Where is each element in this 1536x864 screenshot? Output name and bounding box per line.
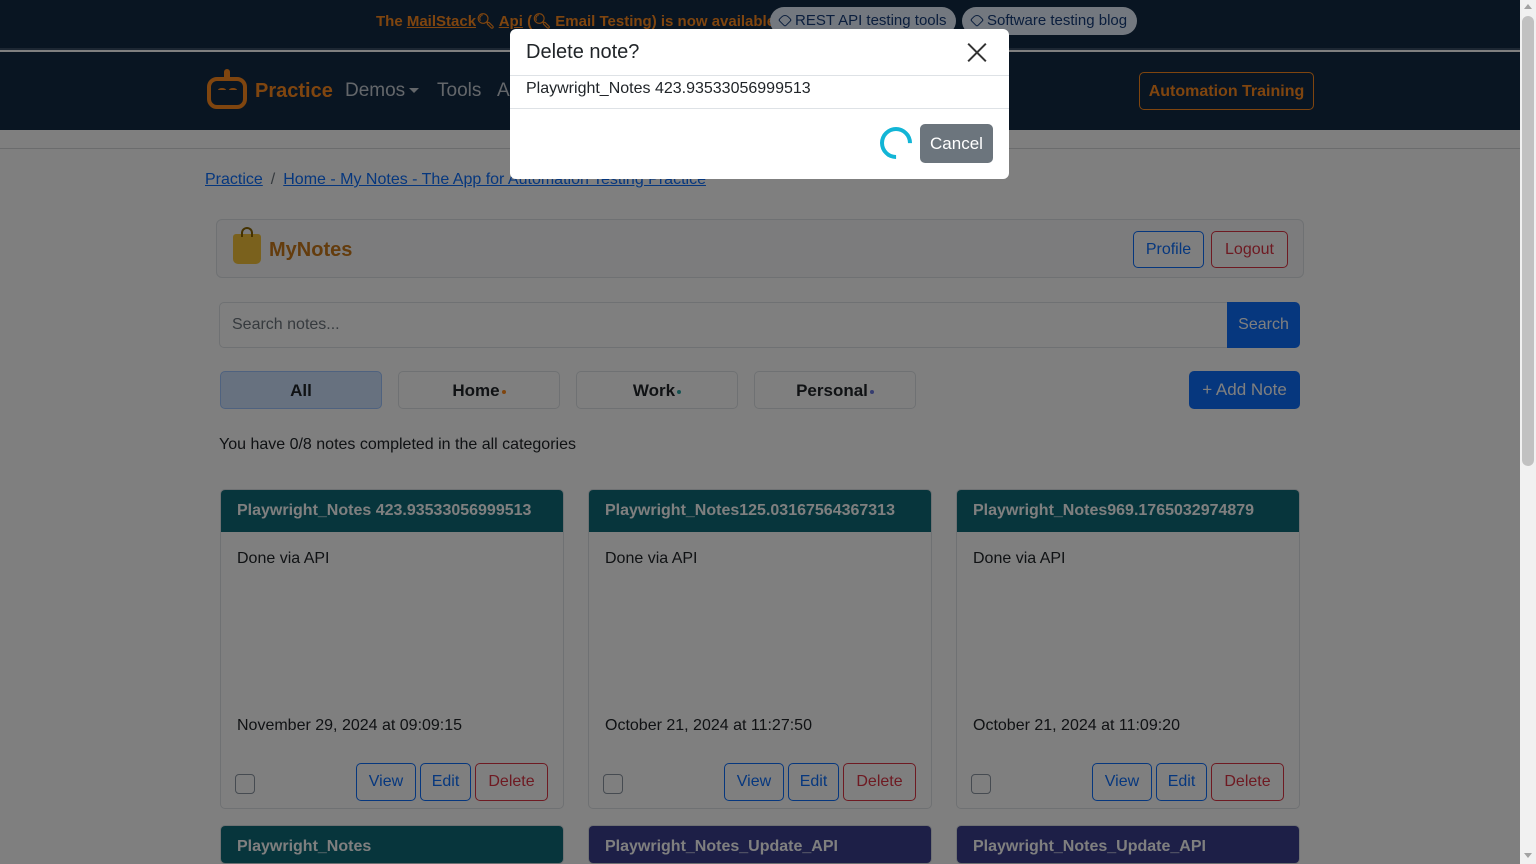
cancel-button[interactable]: Cancel — [920, 124, 993, 163]
scroll-up-arrow-icon[interactable] — [1524, 4, 1532, 9]
scrollbar-thumb[interactable] — [1522, 16, 1534, 466]
loading-spinner-icon — [873, 120, 919, 166]
scroll-down-arrow-icon[interactable] — [1524, 853, 1532, 858]
modal-body-text: Playwright_Notes 423.93533056999513 — [526, 80, 811, 97]
divider — [510, 75, 1009, 76]
modal-title: Delete note? — [526, 41, 640, 63]
divider — [510, 108, 1009, 109]
scrollbar[interactable] — [1520, 0, 1536, 864]
delete-note-dialog: Delete note? Playwright_Notes 423.935330… — [510, 29, 1009, 179]
close-icon[interactable] — [966, 41, 988, 63]
